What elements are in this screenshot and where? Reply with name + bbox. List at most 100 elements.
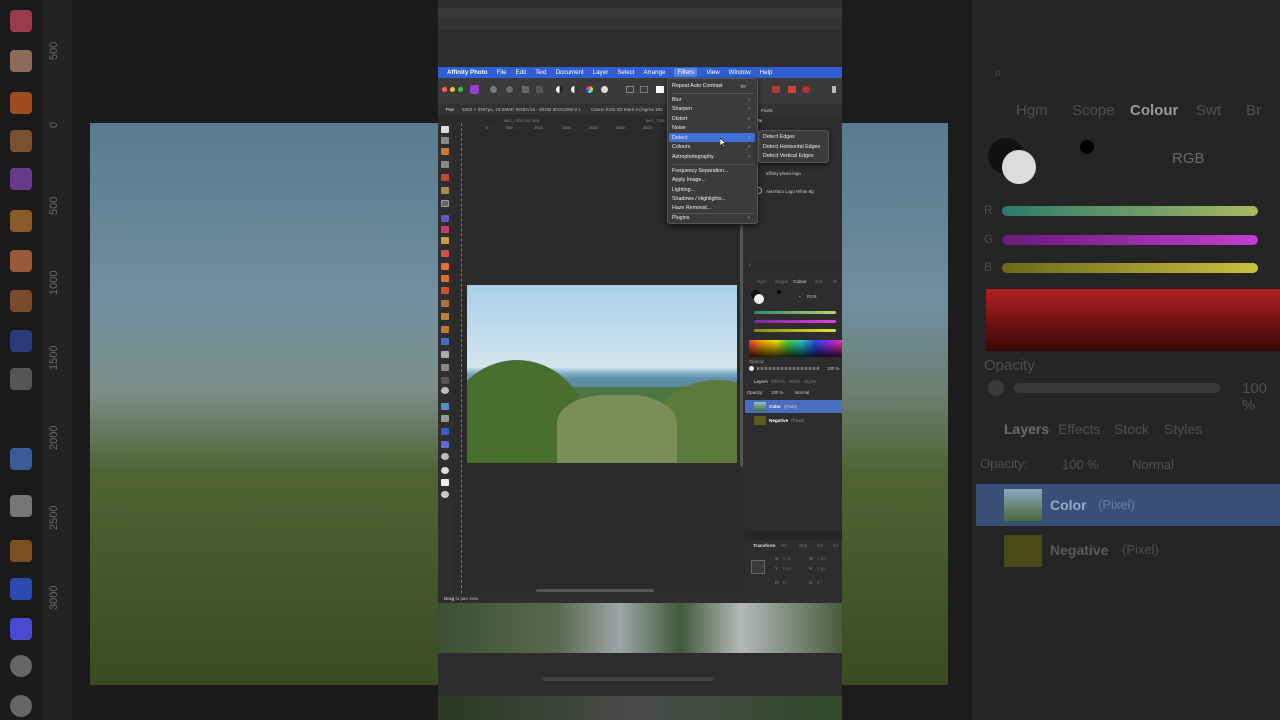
anchor-selector[interactable] (751, 560, 765, 574)
layer-row-negative[interactable]: Negative (Pixel) (745, 414, 842, 427)
menu-item-shadows-highlights[interactable]: Shadows / Highlights... (672, 196, 726, 202)
flood-fill-icon[interactable] (441, 226, 449, 233)
menu-document[interactable]: Document (556, 69, 584, 76)
tab-layers[interactable]: Layers (754, 379, 768, 384)
layer-opacity[interactable]: 100 % (771, 390, 783, 395)
colour-swatch-icon[interactable] (441, 467, 449, 474)
opacity-slider[interactable] (757, 367, 819, 370)
red-eye-tool-icon[interactable] (441, 313, 449, 320)
minimize-window-button[interactable] (450, 87, 455, 92)
tab-transform[interactable]: Transform (753, 543, 775, 548)
asset-item[interactable]: AlexTaca Logo White Bg (766, 189, 814, 194)
transform-r-field[interactable]: 0 ° (783, 580, 788, 585)
menu-item-detect-vertical-edges[interactable]: Detect Vertical Edges (763, 153, 814, 159)
menu-item-detect-horizontal-edges[interactable]: Detect Horizontal Edges (763, 144, 820, 150)
menu-filters[interactable]: Filters (674, 68, 698, 77)
transform-x-field[interactable]: 0 px (783, 556, 791, 561)
menu-layer[interactable]: Layer (593, 69, 608, 76)
green-slider[interactable] (754, 320, 836, 323)
layer-row-color[interactable]: Color (Pixel) (745, 400, 842, 413)
auto-colour-icon[interactable] (586, 86, 593, 93)
menu-item-lighting[interactable]: Lighting... (672, 187, 695, 193)
auto-white-balance-icon[interactable] (601, 86, 608, 93)
asset-item[interactable]: affinity-photo-logo (766, 171, 801, 176)
colour-model[interactable]: RGB (807, 294, 817, 299)
marquee-tool-icon[interactable] (441, 200, 449, 207)
menu-item-repeat-filter[interactable]: Repeat Auto Contrast (672, 83, 723, 89)
tone-map-persona-icon[interactable] (522, 86, 529, 93)
liquify-persona-icon[interactable] (490, 86, 497, 93)
transform-s-field[interactable]: 0 ° (817, 580, 822, 585)
tab-history[interactable]: Hs (781, 543, 787, 548)
dodge-tool-icon[interactable] (441, 263, 449, 270)
menu-text[interactable]: Text (535, 69, 546, 76)
tab-styles[interactable]: Styles (804, 379, 817, 384)
clone-tool-icon[interactable] (441, 287, 449, 294)
tab-histogram[interactable]: Hgm (757, 279, 767, 284)
tab-stock[interactable]: Stock (789, 379, 801, 384)
menu-item-distort[interactable]: Distort › (672, 116, 750, 122)
develop-persona-icon[interactable] (506, 86, 513, 93)
menu-item-plugins[interactable]: Plugins › (672, 215, 750, 221)
move-tool-icon[interactable] (441, 137, 449, 144)
menu-view[interactable]: View (706, 69, 719, 76)
colour-picker-icon[interactable] (441, 148, 449, 155)
freehand-select-icon[interactable] (441, 215, 449, 222)
toolbar-red-icon[interactable] (772, 86, 780, 93)
healing-brush-icon[interactable] (441, 300, 449, 307)
quick-mask-tool-icon[interactable] (441, 453, 449, 460)
toolbar-red-icon[interactable] (802, 86, 810, 93)
zoom-window-button[interactable] (458, 87, 463, 92)
menu-item-detect-edges[interactable]: Detect Edges (763, 134, 795, 140)
blur-brush-icon[interactable] (441, 326, 449, 333)
crop-tool-icon[interactable] (441, 161, 449, 168)
close-window-button[interactable] (442, 87, 447, 92)
pixel-tool-icon[interactable] (441, 250, 449, 257)
menu-item-astrophotography[interactable]: Astrophotography › (672, 154, 750, 160)
menu-select[interactable]: Select (617, 69, 634, 76)
opacity-value[interactable]: 100 % (827, 366, 839, 371)
mesh-warp-icon[interactable] (441, 403, 449, 410)
menu-item-colours[interactable]: Colours › (672, 144, 750, 150)
stroke-colour-icon[interactable] (441, 491, 449, 498)
gradient-tool-icon[interactable] (441, 415, 449, 422)
toolbar-more-icon[interactable] (832, 86, 836, 93)
menu-item-detect[interactable]: Detect › (672, 135, 750, 141)
selection-mode-icon[interactable] (640, 86, 648, 93)
menu-item-frequency-separation[interactable]: Frequency Separation... (672, 168, 729, 174)
red-slider[interactable] (754, 311, 836, 314)
document-tab[interactable]: IMG_7328.CR2 (M) (504, 118, 539, 123)
toolbar-red-icon[interactable] (788, 86, 796, 93)
tab-channels[interactable]: Clr (817, 543, 823, 548)
view-tool-icon[interactable] (441, 126, 449, 133)
menu-help[interactable]: Help (760, 69, 773, 76)
menu-item-blur[interactable]: Blur › (672, 97, 750, 103)
blue-slider[interactable] (754, 329, 836, 332)
zoom-tool-icon[interactable] (441, 387, 449, 394)
menu-edit[interactable]: Edit (516, 69, 527, 76)
paint-brush-icon[interactable] (441, 237, 449, 244)
menu-item-sharpen[interactable]: Sharpen › (672, 106, 750, 112)
menu-item-haze-removal[interactable]: Haze Removal... (672, 205, 711, 211)
shape-tool-icon[interactable] (441, 377, 449, 384)
selection-brush-icon[interactable] (441, 174, 449, 181)
fill-colour-icon[interactable] (441, 479, 449, 486)
burn-tool-icon[interactable] (441, 275, 449, 282)
horizontal-scrollbar[interactable] (536, 589, 654, 592)
search-bar[interactable] (745, 261, 842, 271)
vertical-scrollbar[interactable] (740, 225, 743, 467)
photo-persona-icon[interactable] (470, 85, 479, 94)
tab-effects[interactable]: Effects (771, 379, 785, 384)
export-persona-icon[interactable] (536, 86, 543, 93)
inpainting-icon[interactable] (441, 441, 449, 448)
tab-scope[interactable]: Scope (775, 279, 788, 284)
app-menu[interactable]: Affinity Photo (447, 69, 488, 76)
quick-mask-icon[interactable] (656, 86, 664, 93)
tab-swatches[interactable]: Swt (815, 279, 823, 284)
fill-colour-well[interactable] (754, 294, 764, 304)
transform-w-field[interactable]: 0 px (817, 556, 825, 561)
tab-info[interactable]: Inf (833, 543, 838, 548)
blend-mode[interactable]: Normal (795, 390, 809, 395)
text-tool-icon[interactable] (441, 364, 449, 371)
menu-window[interactable]: Window (729, 69, 751, 76)
